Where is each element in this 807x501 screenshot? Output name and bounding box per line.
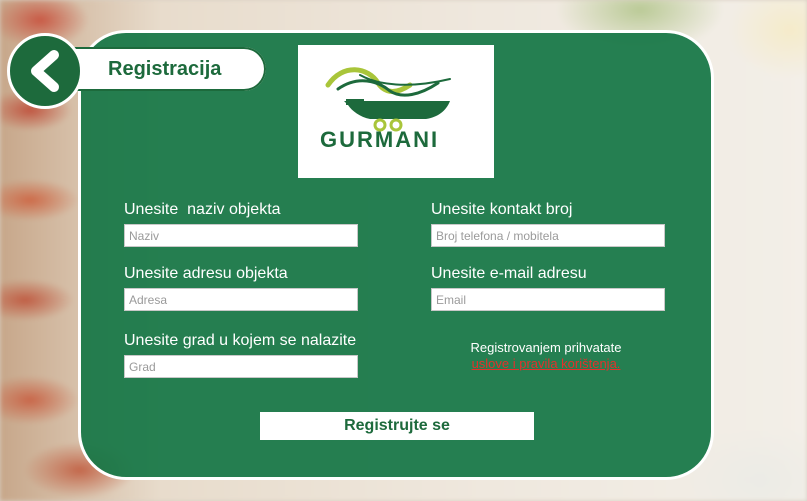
- chevron-left-icon: [31, 50, 59, 92]
- object-name-input[interactable]: [124, 224, 358, 247]
- city-input[interactable]: [124, 355, 358, 378]
- logo-wordmark: GURMANI: [320, 127, 439, 152]
- page-title: Registracija: [108, 57, 222, 80]
- register-button[interactable]: Registrujte se: [260, 412, 534, 440]
- email-label: Unesite e-mail adresu: [431, 265, 587, 282]
- object-name-label: Unesite naziv objekta: [124, 201, 281, 218]
- page-title-pill: Registracija: [60, 47, 266, 91]
- object-address-label: Unesite adresu objekta: [124, 265, 288, 282]
- object-address-input[interactable]: [124, 288, 358, 311]
- gurmani-logo: GURMANI: [298, 45, 494, 178]
- terms-link[interactable]: uslove i pravila korištenja.: [430, 356, 662, 371]
- logo-mark: GURMANI: [320, 67, 451, 152]
- back-button[interactable]: [7, 33, 83, 109]
- terms-text: Registrovanjem prihvatate: [470, 340, 622, 355]
- contact-number-input[interactable]: [431, 224, 665, 247]
- email-input[interactable]: [431, 288, 665, 311]
- city-label: Unesite grad u kojem se nalazite: [124, 332, 357, 349]
- contact-number-label: Unesite kontakt broj: [431, 201, 573, 218]
